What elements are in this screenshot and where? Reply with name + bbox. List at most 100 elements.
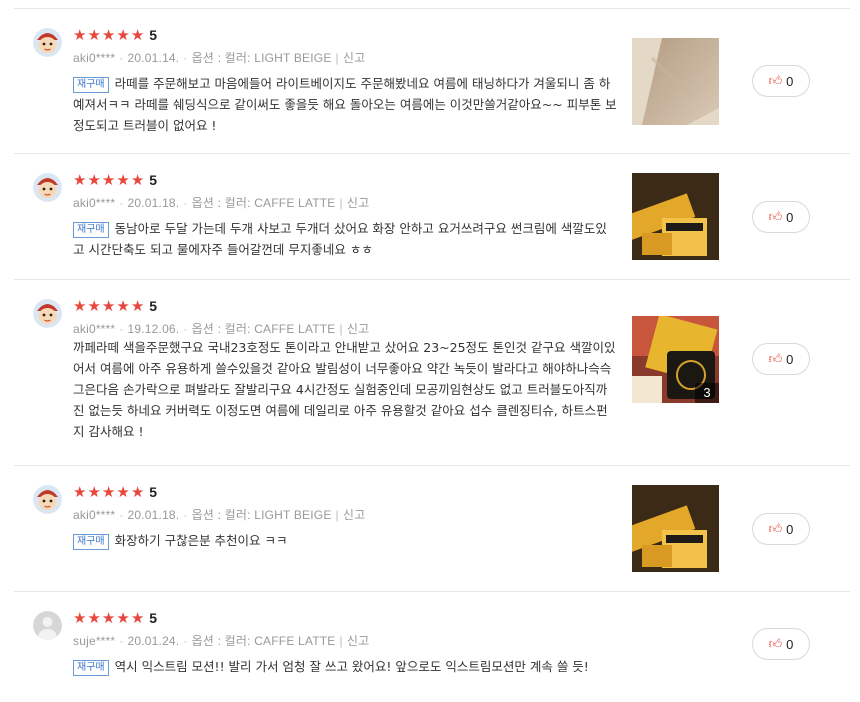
review-body: 역시 익스트림 모션!! 발리 가서 엄청 잘 쓰고 왔어요! 앞으로도 익스트… <box>114 659 589 674</box>
star-icon: ★ <box>130 171 145 189</box>
star-icon: ★ <box>87 609 101 627</box>
repurchase-badge: 재구매 <box>73 534 109 550</box>
star-icon: ★ <box>73 171 87 189</box>
option-text: 옵션 : 컬러: CAFFE LATTE <box>191 634 336 648</box>
rating-score: 5 <box>149 298 158 314</box>
review-meta: aki0**** · 20.01.18. · 옵션 : 컬러: LIGHT BEIGE |… <box>73 508 366 522</box>
star-icon: ★ <box>116 483 130 501</box>
review-text: 재구매 화장하기 구찮은분 추천이요 ㅋㅋ <box>73 530 618 551</box>
like-button[interactable]: 👍︎ 0 <box>752 201 810 233</box>
avatar[interactable] <box>33 28 62 57</box>
star-icon: ★ <box>87 171 101 189</box>
like-button[interactable]: 👍︎ 0 <box>752 65 810 97</box>
like-button[interactable]: 👍︎ 0 <box>752 343 810 375</box>
star-rating: ★ ★ ★ ★ ★ 5 <box>73 484 157 500</box>
review-item: ★ ★ ★ ★ ★ 5 aki0**** · 19.12.06. · 옵션 : 컬러: CAFF… <box>14 280 850 466</box>
review-item: ★ ★ ★ ★ ★ 5 aki0**** · 20.01.18. · 옵션 : 컬러: CAFF… <box>14 154 850 280</box>
repurchase-badge: 재구매 <box>73 222 109 238</box>
review-date: 20.01.18. <box>127 508 180 522</box>
star-icon: ★ <box>101 483 116 501</box>
star-icon: ★ <box>101 26 116 44</box>
star-icon: ★ <box>130 609 145 627</box>
star-icon: ★ <box>87 297 101 315</box>
star-icon: ★ <box>73 297 87 315</box>
star-icon: ★ <box>87 483 101 501</box>
review-item: ★ ★ ★ ★ ★ 5 aki0**** · 20.01.18. · 옵션 : 컬러: LIGH… <box>14 466 850 592</box>
review-meta: suje**** · 20.01.24. · 옵션 : 컬러: CAFFE LATTE |… <box>73 634 370 648</box>
review-body: 화장하기 구찮은분 추천이요 ㅋㅋ <box>114 533 288 548</box>
star-icon: ★ <box>101 297 116 315</box>
thumbs-up-icon: 👍︎ <box>768 209 783 225</box>
review-date: 20.01.18. <box>127 196 180 210</box>
photo-count: 3 <box>695 383 719 403</box>
star-icon: ★ <box>101 171 116 189</box>
repurchase-badge: 재구매 <box>73 660 109 676</box>
like-count: 0 <box>786 521 794 537</box>
review-text: 재구매 라떼를 주문해보고 마음에들어 라이트베이지도 주문해봤네요 여름에 태닝… <box>73 73 618 136</box>
option-text: 옵션 : 컬러: LIGHT BEIGE <box>191 51 332 65</box>
reviewer-id: aki0**** <box>73 322 116 336</box>
star-rating: ★ ★ ★ ★ ★ 5 <box>73 27 157 43</box>
review-meta: aki0**** · 20.01.18. · 옵션 : 컬러: CAFFE LATTE |… <box>73 196 370 210</box>
review-photo[interactable] <box>632 173 719 260</box>
review-photo[interactable]: 3 <box>632 316 719 403</box>
like-button[interactable]: 👍︎ 0 <box>752 513 810 545</box>
review-meta: aki0**** · 19.12.06. · 옵션 : 컬러: CAFFE LATTE |… <box>73 322 370 336</box>
report-link[interactable]: 신고 <box>347 196 369 210</box>
review-body: 까페라떼 색을주문했구요 국내23호정도 톤이라고 안내받고 샀어요 23~25… <box>73 340 616 439</box>
report-link[interactable]: 신고 <box>343 508 365 522</box>
like-count: 0 <box>786 351 794 367</box>
star-icon: ★ <box>73 483 87 501</box>
reviewer-id: aki0**** <box>73 508 116 522</box>
reviewer-id: suje**** <box>73 634 116 648</box>
option-text: 옵션 : 컬러: CAFFE LATTE <box>191 322 336 336</box>
reviewer-id: aki0**** <box>73 51 116 65</box>
review-body: 라떼를 주문해보고 마음에들어 라이트베이지도 주문해봤네요 여름에 태닝하다가… <box>73 76 617 133</box>
avatar[interactable] <box>33 611 62 640</box>
thumbs-up-icon: 👍︎ <box>768 521 783 537</box>
star-icon: ★ <box>116 609 130 627</box>
like-count: 0 <box>786 636 794 652</box>
star-rating: ★ ★ ★ ★ ★ 5 <box>73 610 157 626</box>
rating-score: 5 <box>149 484 158 500</box>
thumbs-up-icon: 👍︎ <box>768 636 783 652</box>
star-icon: ★ <box>73 609 87 627</box>
review-date: 19.12.06. <box>127 322 180 336</box>
repurchase-badge: 재구매 <box>73 77 109 93</box>
review-text: 재구매 동남아로 두달 가는데 두개 사보고 두개더 샀어요 화장 안하고 요거쓰… <box>73 218 618 260</box>
review-body: 동남아로 두달 가는데 두개 사보고 두개더 샀어요 화장 안하고 요거쓰려구요… <box>73 221 607 257</box>
star-rating: ★ ★ ★ ★ ★ 5 <box>73 298 157 314</box>
thumbs-up-icon: 👍︎ <box>768 351 783 367</box>
review-item: ★ ★ ★ ★ ★ 5 suje**** · 20.01.24. · 옵션 : 컬러: CAFF… <box>14 592 850 702</box>
review-text: 까페라떼 색을주문했구요 국내23호정도 톤이라고 안내받고 샀어요 23~25… <box>73 337 618 442</box>
star-icon: ★ <box>73 26 87 44</box>
thumbs-up-icon: 👍︎ <box>768 73 783 89</box>
star-icon: ★ <box>101 609 116 627</box>
review-text: 재구매 역시 익스트림 모션!! 발리 가서 엄청 잘 쓰고 왔어요! 앞으로도 … <box>73 656 693 677</box>
like-count: 0 <box>786 73 794 89</box>
report-link[interactable]: 신고 <box>347 634 369 648</box>
avatar[interactable] <box>33 173 62 202</box>
star-icon: ★ <box>116 171 130 189</box>
reviewer-id: aki0**** <box>73 196 116 210</box>
review-date: 20.01.14. <box>127 51 180 65</box>
option-text: 옵션 : 컬러: CAFFE LATTE <box>191 196 336 210</box>
option-text: 옵션 : 컬러: LIGHT BEIGE <box>191 508 332 522</box>
report-link[interactable]: 신고 <box>343 51 365 65</box>
star-icon: ★ <box>130 297 145 315</box>
avatar[interactable] <box>33 299 62 328</box>
like-button[interactable]: 👍︎ 0 <box>752 628 810 660</box>
star-icon: ★ <box>130 26 145 44</box>
rating-score: 5 <box>149 172 158 188</box>
star-icon: ★ <box>87 26 101 44</box>
like-count: 0 <box>786 209 794 225</box>
review-photo[interactable] <box>632 485 719 572</box>
review-list: ★ ★ ★ ★ ★ 5 aki0**** · 20.01.14. · 옵션 : 컬러: LIGH… <box>14 8 850 702</box>
rating-score: 5 <box>149 27 158 43</box>
star-icon: ★ <box>116 26 130 44</box>
review-photo[interactable] <box>632 38 719 125</box>
avatar[interactable] <box>33 485 62 514</box>
rating-score: 5 <box>149 610 158 626</box>
report-link[interactable]: 신고 <box>347 322 369 336</box>
review-item: ★ ★ ★ ★ ★ 5 aki0**** · 20.01.14. · 옵션 : 컬러: LIGH… <box>14 9 850 154</box>
